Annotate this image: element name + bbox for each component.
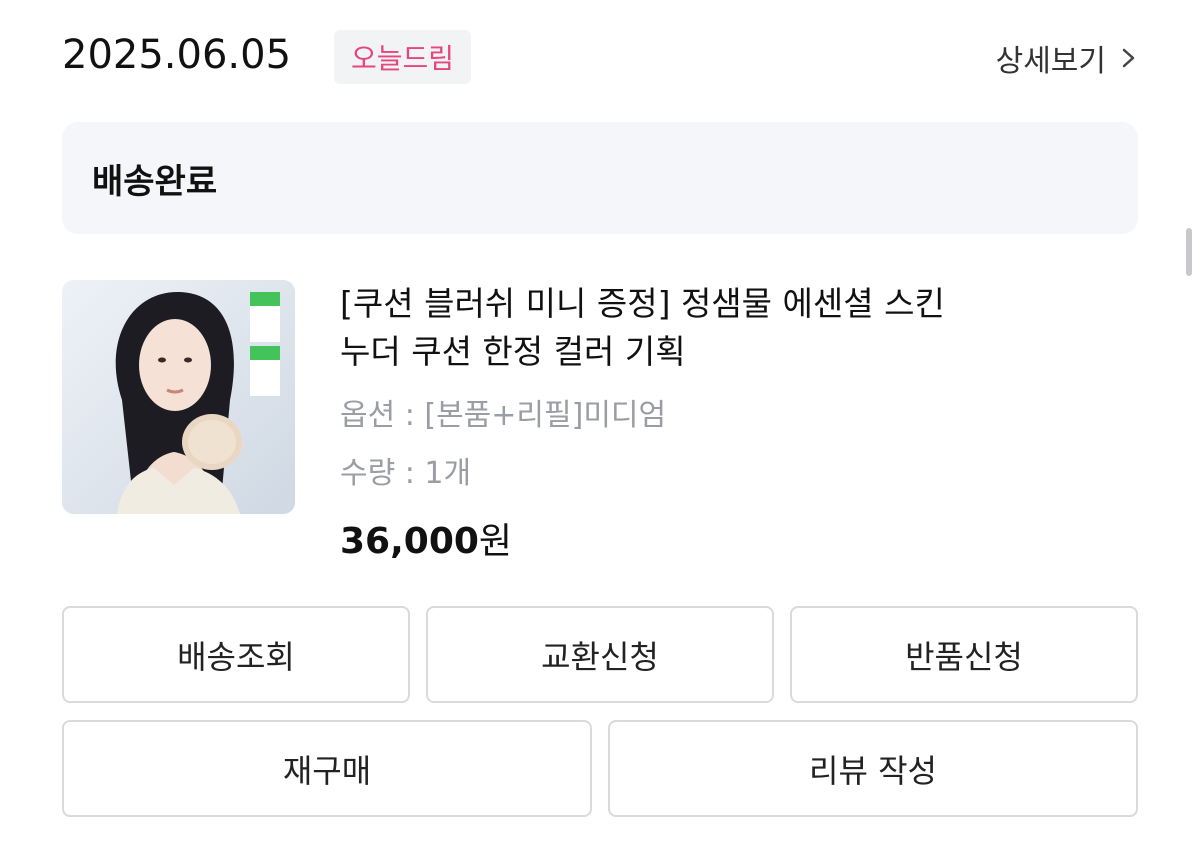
product-info: [쿠션 블러쉬 미니 증정] 정샘물 에센셜 스킨 누더 쿠션 한정 컬러 기획… <box>340 280 1100 564</box>
price-unit: 원 <box>478 521 513 562</box>
price-value: 36,000 <box>340 521 479 562</box>
order-header: 2025.06.05 오늘드림 상세보기 <box>62 28 1138 84</box>
product-quantity: 수량 : 1개 <box>340 456 472 491</box>
chevron-right-icon <box>1122 48 1135 68</box>
track-delivery-button[interactable]: 배송조회 <box>62 606 410 703</box>
request-exchange-button[interactable]: 교환신청 <box>426 606 774 703</box>
delivery-status: 배송완료 <box>92 161 218 202</box>
product-name[interactable]: [쿠션 블러쉬 미니 증정] 정샘물 에센셜 스킨 누더 쿠션 한정 컬러 기획 <box>340 280 1100 376</box>
write-review-button[interactable]: 리뷰 작성 <box>608 720 1138 817</box>
view-details-link[interactable]: 상세보기 <box>996 36 1138 80</box>
view-details-label: 상세보기 <box>995 44 1106 79</box>
product-name-line-2: 누더 쿠션 한정 컬러 기획 <box>340 332 686 371</box>
order-date: 2025.06.05 <box>62 32 292 78</box>
repurchase-button[interactable]: 재구매 <box>62 720 592 817</box>
request-return-button[interactable]: 반품신청 <box>790 606 1138 703</box>
product-image <box>62 280 295 514</box>
delivery-status-box: 배송완료 <box>62 122 1138 234</box>
product-option: 옵션 : [본품+리필]미디엄 <box>340 398 667 433</box>
scrollbar[interactable] <box>1186 228 1192 276</box>
product-name-line-1: [쿠션 블러쉬 미니 증정] 정샘물 에센셜 스킨 <box>340 284 945 323</box>
product-thumbnail[interactable] <box>62 280 295 514</box>
delivery-type-badge: 오늘드림 <box>334 30 472 84</box>
product-item[interactable]: [쿠션 블러쉬 미니 증정] 정샘물 에센셜 스킨 누더 쿠션 한정 컬러 기획… <box>62 280 1138 570</box>
product-price: 36,000원 <box>340 512 1100 564</box>
